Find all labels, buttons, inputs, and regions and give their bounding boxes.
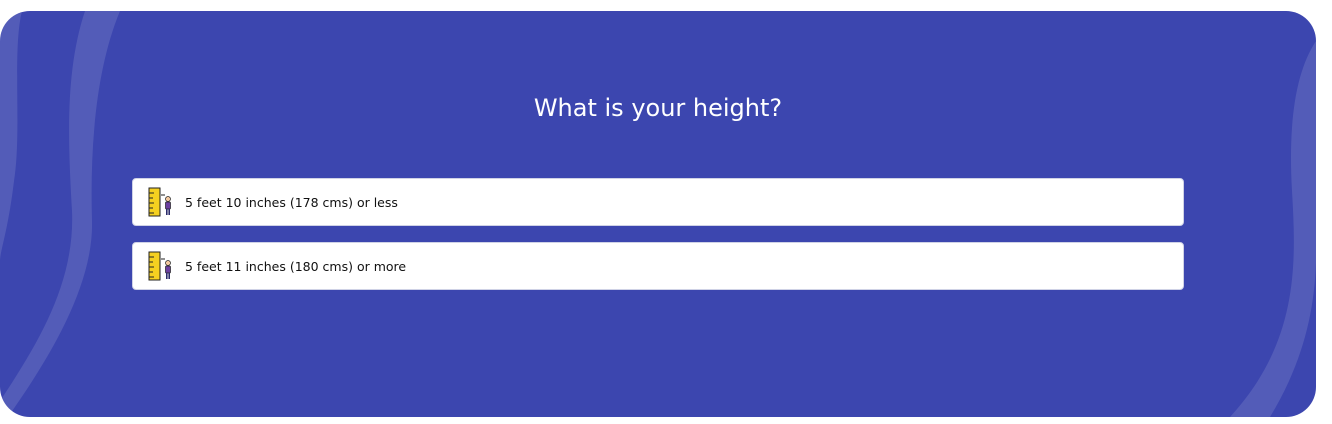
option-label: 5 feet 10 inches (178 cms) or less — [185, 194, 398, 210]
option-label: 5 feet 11 inches (180 cms) or more — [185, 258, 407, 274]
option-height-180-or-more[interactable]: 5 feet 11 inches (180 cms) or more — [132, 242, 1184, 290]
ruler-person-icon — [148, 187, 171, 217]
ruler-person-icon — [148, 251, 171, 281]
option-height-178-or-less[interactable]: 5 feet 10 inches (178 cms) or less — [132, 178, 1184, 226]
question-title: What is your height? — [533, 94, 783, 122]
